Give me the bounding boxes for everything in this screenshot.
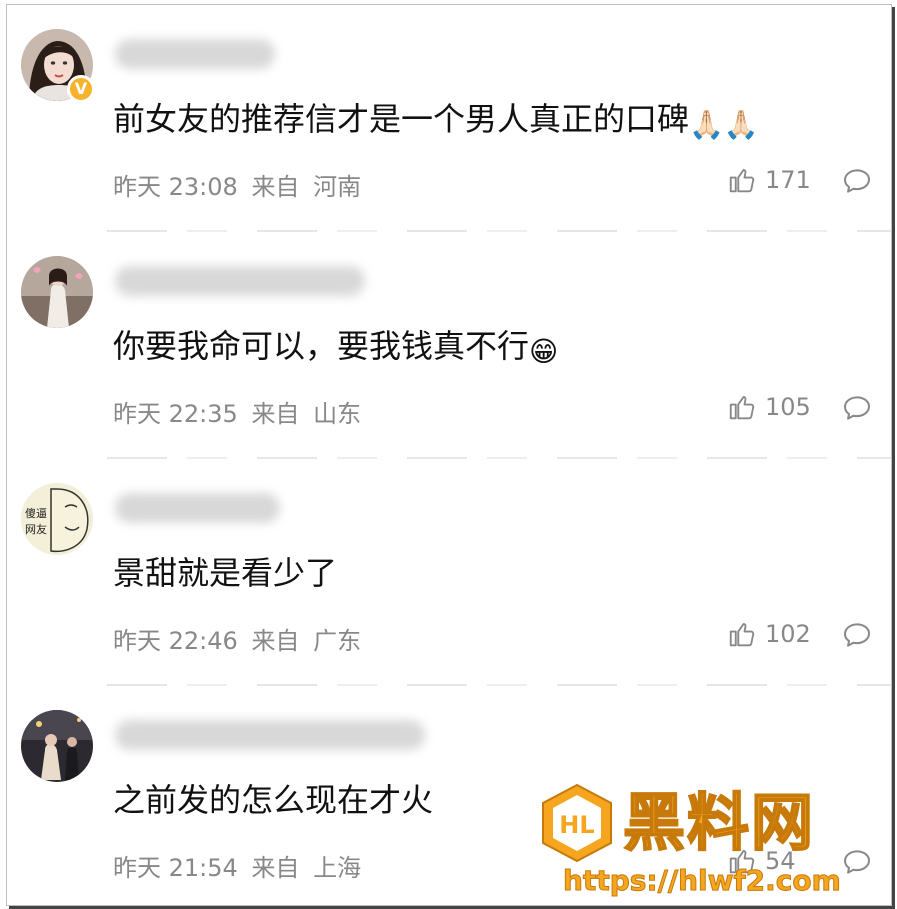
watermark-title: 黑料网: [622, 785, 816, 860]
avatar-image: [21, 256, 93, 328]
like-button[interactable]: 102: [727, 619, 811, 649]
site-watermark: HL 黑料网 https://hlwf2.com: [541, 783, 891, 903]
verified-v-badge-icon: V: [67, 75, 95, 103]
avatar-image: [21, 710, 93, 782]
avatar-caption-line1: 傻逼: [25, 507, 47, 520]
comment-item: 傻逼 网友 景甜就是看少了 昨天 22:46 来自 广东 102: [7, 459, 891, 687]
watermark-logo-text: HL: [559, 811, 594, 839]
comment-list: V 前女友的推荐信才是一个男人真正的口碑🙏🏻🙏🏻 昨天 23:08 来自 河南 …: [6, 4, 892, 906]
comment-item: V 前女友的推荐信才是一个男人真正的口碑🙏🏻🙏🏻 昨天 23:08 来自 河南 …: [7, 5, 891, 233]
comment-time: 昨天 22:46: [113, 627, 238, 655]
avatar[interactable]: [21, 256, 93, 328]
comment-time: 昨天 22:35: [113, 400, 238, 428]
from-label: 来自: [251, 173, 300, 201]
from-label: 来自: [251, 400, 300, 428]
username-blurred[interactable]: [115, 39, 275, 69]
comment-meta: 昨天 23:08 来自 河南: [113, 167, 367, 202]
like-button[interactable]: 105: [727, 392, 811, 422]
avatar[interactable]: 傻逼 网友: [21, 483, 93, 555]
comment-location: 河南: [313, 173, 362, 201]
comment-location: 广东: [313, 627, 362, 655]
avatar-caption-line2: 网友: [25, 522, 47, 536]
comment-item: 你要我命可以，要我钱真不行😁 昨天 22:35 来自 山东 105: [7, 232, 891, 460]
thumbs-up-icon: [729, 623, 755, 647]
comment-time: 昨天 23:08: [113, 173, 238, 201]
thumbs-up-icon: [729, 396, 755, 420]
watermark-url: https://hlwf2.com: [563, 864, 842, 898]
from-label: 来自: [251, 854, 300, 882]
avatar-image: 傻逼 网友: [21, 483, 93, 555]
username-blurred[interactable]: [115, 266, 365, 296]
praying-hands-emoji: 🙏🏻🙏🏻: [689, 108, 759, 141]
comment-meta: 昨天 21:54 来自 上海: [113, 848, 367, 883]
like-button[interactable]: 171: [727, 165, 811, 195]
like-count: 171: [765, 166, 811, 194]
comment-text: 前女友的推荐信才是一个男人真正的口碑🙏🏻🙏🏻: [113, 97, 759, 147]
comment-text: 之前发的怎么现在才火: [113, 781, 434, 819]
comment-location: 上海: [313, 854, 362, 882]
like-count: 105: [765, 393, 811, 421]
comment-meta: 昨天 22:35 来自 山东: [113, 394, 367, 429]
watermark-logo-icon: HL: [542, 783, 612, 863]
comment-bubble-icon[interactable]: [841, 619, 873, 651]
avatar[interactable]: [21, 710, 93, 782]
username-blurred[interactable]: [115, 493, 280, 523]
comment-bubble-icon[interactable]: [841, 392, 873, 424]
comment-meta: 昨天 22:46 来自 广东: [113, 621, 367, 656]
thumbs-up-icon: [729, 169, 755, 193]
comment-bubble-icon[interactable]: [841, 165, 873, 197]
from-label: 来自: [251, 627, 300, 655]
comment-text: 景甜就是看少了: [113, 554, 338, 592]
grinning-emoji: 😁: [529, 335, 559, 368]
comment-time: 昨天 21:54: [113, 854, 238, 882]
like-count: 102: [765, 620, 811, 648]
comment-location: 山东: [313, 400, 362, 428]
username-blurred[interactable]: [115, 720, 425, 750]
comment-text: 你要我命可以，要我钱真不行😁: [113, 324, 558, 374]
